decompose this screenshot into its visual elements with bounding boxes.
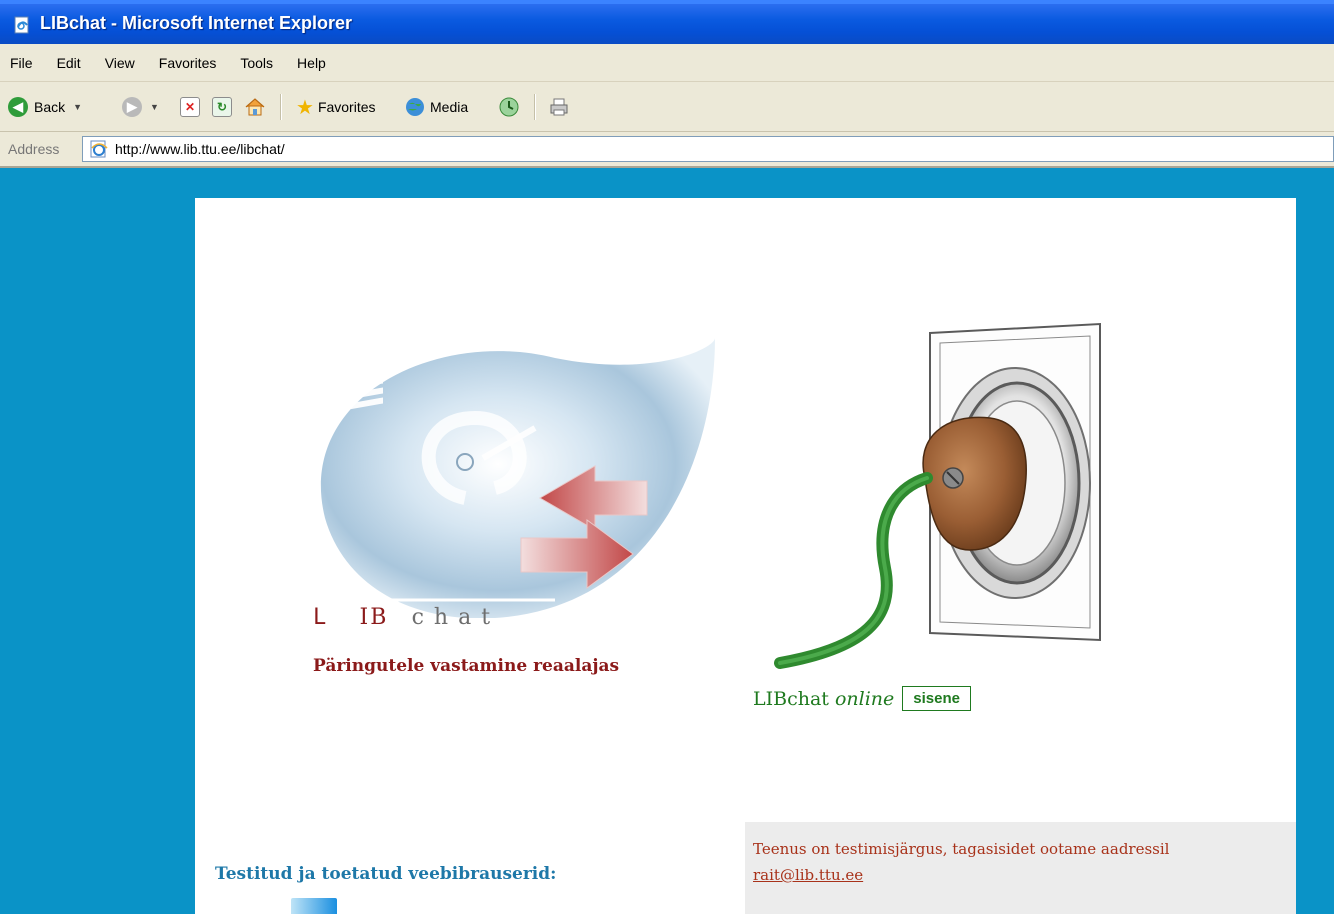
menu-edit[interactable]: Edit — [57, 55, 81, 71]
home-button[interactable] — [244, 94, 266, 120]
toolbar-separator — [280, 94, 282, 120]
back-arrow-icon: ◀ — [8, 97, 28, 117]
online-status: online — [834, 687, 895, 710]
print-button[interactable] — [548, 94, 570, 120]
history-button[interactable] — [498, 94, 520, 120]
feedback-email-link[interactable]: rait@lib.ttu.ee — [753, 866, 863, 884]
address-url: http://www.lib.ttu.ee/libchat/ — [115, 141, 285, 157]
toolbar-separator — [534, 94, 536, 120]
printer-icon — [550, 98, 568, 116]
media-globe-icon — [406, 98, 424, 116]
address-label: Address — [8, 141, 60, 157]
toolbar: ◀ Back ▼ ▶ ▼ ✕ ↻ ★ Favorites Media — [0, 82, 1334, 132]
window-title: LIBchat - Microsoft Internet Explorer — [40, 13, 353, 33]
menu-favorites[interactable]: Favorites — [159, 55, 217, 71]
menu-tools[interactable]: Tools — [240, 55, 273, 71]
testing-notice: Teenus on testimisjärgus, tagasisidet oo… — [745, 822, 1296, 914]
libchat-online-row: LIBchat online sisene — [753, 686, 971, 711]
back-dropdown-icon[interactable]: ▼ — [73, 102, 82, 112]
refresh-icon: ↻ — [212, 97, 232, 117]
libchat-disc-logo — [320, 338, 715, 618]
forward-button[interactable]: ▶ ▼ — [122, 94, 159, 120]
enter-chat-button[interactable]: sisene — [902, 686, 971, 711]
star-icon: ★ — [296, 96, 314, 119]
back-label: Back — [34, 99, 66, 115]
title-bar: LIBchat - Microsoft Internet Explorer — [0, 0, 1334, 44]
stop-button[interactable]: ✕ — [180, 94, 200, 120]
ie-page-icon — [90, 140, 108, 158]
address-bar: Address http://www.lib.ttu.ee/libchat/ — [0, 132, 1334, 168]
page-viewport: L IB chat Päringutele vastamine reaalaja… — [10, 168, 1334, 914]
tagline: Päringutele vastamine reaalajas — [313, 656, 620, 676]
refresh-button[interactable]: ↻ — [212, 94, 232, 120]
back-button[interactable]: ◀ Back ▼ — [8, 94, 82, 120]
browser-badge-icon — [291, 898, 337, 914]
menu-file[interactable]: File — [10, 55, 33, 71]
wordmark-ib: IB — [359, 605, 389, 630]
menu-bar: File Edit View Favorites Tools Help — [0, 44, 1334, 82]
power-plug-socket-image — [774, 322, 1101, 669]
media-button[interactable]: Media — [404, 94, 468, 120]
libchat-wordmark: L IB chat — [313, 605, 500, 630]
menu-view[interactable]: View — [105, 55, 135, 71]
history-icon — [499, 97, 519, 117]
address-input[interactable]: http://www.lib.ttu.ee/libchat/ — [82, 136, 1334, 162]
supported-browsers-title: Testitud ja toetatud veebibrauserid: — [215, 864, 557, 884]
wordmark-chat: chat — [411, 605, 501, 630]
forward-dropdown-icon[interactable]: ▼ — [150, 102, 159, 112]
online-service-name: LIBchat — [753, 687, 829, 710]
favorites-button[interactable]: ★ Favorites — [296, 94, 376, 120]
browser-window: LIBchat - Microsoft Internet Explorer Fi… — [0, 0, 1334, 914]
ie-page-icon — [14, 16, 29, 34]
menu-help[interactable]: Help — [297, 55, 326, 71]
stop-icon: ✕ — [180, 97, 200, 117]
page-panel: L IB chat Päringutele vastamine reaalaja… — [195, 198, 1296, 914]
favorites-label: Favorites — [317, 99, 376, 115]
forward-arrow-icon: ▶ — [122, 97, 142, 117]
media-label: Media — [430, 99, 469, 115]
home-icon — [245, 98, 265, 116]
notice-text: Teenus on testimisjärgus, tagasisidet oo… — [753, 840, 1170, 858]
wordmark-l: L — [313, 605, 337, 630]
